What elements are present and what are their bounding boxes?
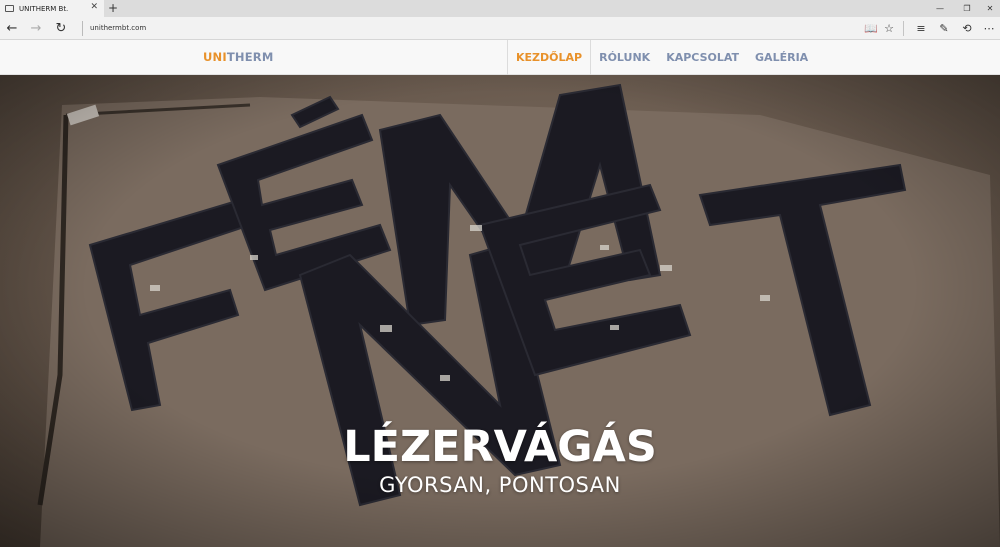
nav-item-gallery[interactable]: GALÉRIA bbox=[747, 40, 816, 75]
address-bar[interactable]: unithermbt.com bbox=[90, 17, 146, 40]
site-logo[interactable]: UNITHERM bbox=[203, 40, 273, 75]
favorite-star-icon[interactable]: ☆ bbox=[878, 17, 900, 40]
hub-icon[interactable]: ≡ bbox=[910, 17, 932, 40]
minimize-icon[interactable]: — bbox=[925, 0, 955, 17]
main-menu: KEZDŐLAP RÓLUNK KAPCSOLAT GALÉRIA bbox=[507, 40, 816, 75]
page-icon bbox=[5, 5, 14, 12]
browser-tab[interactable]: UNITHERM Bt. ✕ bbox=[0, 0, 104, 17]
nav-item-contact[interactable]: KAPCSOLAT bbox=[658, 40, 747, 75]
back-icon[interactable]: ← bbox=[1, 17, 23, 40]
close-tab-icon[interactable]: ✕ bbox=[90, 2, 98, 12]
web-note-icon[interactable]: ✎ bbox=[933, 17, 955, 40]
share-icon[interactable]: ⟲ bbox=[956, 17, 978, 40]
divider bbox=[903, 21, 904, 36]
site-header: UNITHERM KEZDŐLAP RÓLUNK KAPCSOLAT GALÉR… bbox=[0, 40, 1000, 75]
browser-toolbar: ← → ↻ unithermbt.com 📖 ☆ ≡ ✎ ⟲ ⋯ bbox=[0, 17, 1000, 40]
tab-title: UNITHERM Bt. bbox=[19, 4, 69, 13]
hero-title: LÉZERVÁGÁS bbox=[343, 422, 657, 472]
refresh-icon[interactable]: ↻ bbox=[50, 17, 72, 40]
new-tab-button[interactable]: + bbox=[108, 0, 118, 17]
close-window-icon[interactable]: ✕ bbox=[975, 0, 1000, 17]
hero-subtitle: GYORSAN, PONTOSAN bbox=[379, 473, 621, 497]
nav-item-home[interactable]: KEZDŐLAP bbox=[507, 40, 592, 75]
hero-banner: LÉZERVÁGÁS GYORSAN, PONTOSAN bbox=[0, 75, 1000, 547]
more-icon[interactable]: ⋯ bbox=[978, 17, 1000, 40]
nav-item-about[interactable]: RÓLUNK bbox=[591, 40, 658, 75]
divider bbox=[82, 21, 83, 36]
browser-tab-bar: UNITHERM Bt. ✕ + — ❐ ✕ bbox=[0, 0, 1000, 17]
forward-icon[interactable]: → bbox=[25, 17, 47, 40]
